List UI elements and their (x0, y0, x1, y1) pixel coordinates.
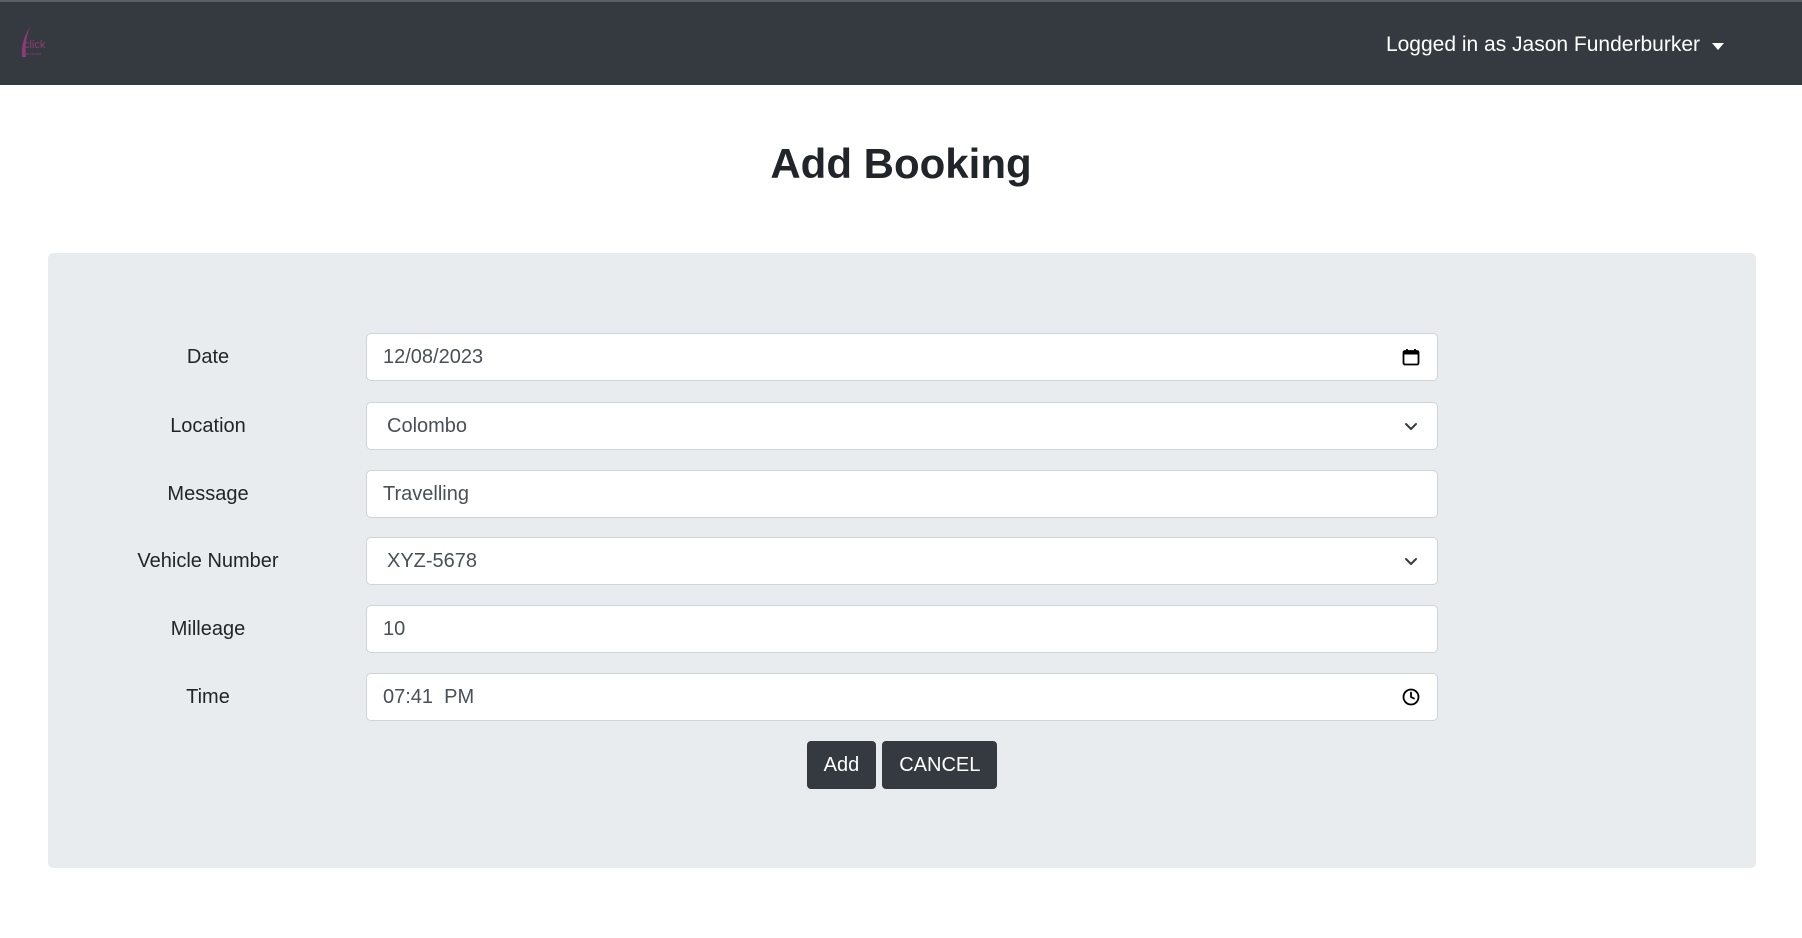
vehicle-select[interactable]: XYZ-5678 (366, 537, 1438, 585)
location-row: Location Colombo (48, 402, 1756, 450)
form-actions: Add CANCEL (48, 741, 1756, 789)
time-value: 07:41 PM (383, 685, 475, 708)
brand-logo-subtext: car rental (24, 51, 41, 56)
message-value: Travelling (383, 482, 469, 505)
booking-form: Date 12/08/2023 Location Colombo Message… (48, 253, 1756, 868)
location-label: Location (170, 414, 246, 437)
mileage-label: Milleage (170, 617, 246, 640)
message-row: Message Travelling (48, 470, 1756, 518)
message-input[interactable]: Travelling (366, 470, 1438, 518)
user-menu-dropdown[interactable]: Logged in as Jason Funderburker (1386, 30, 1724, 60)
location-select[interactable]: Colombo (366, 402, 1438, 450)
calendar-icon[interactable] (1401, 347, 1421, 367)
chevron-down-icon (1405, 423, 1417, 430)
brand-logo-graphic: click car rental (21, 27, 46, 57)
message-label: Message (167, 482, 249, 505)
time-row: Time 07:41 PM (48, 673, 1756, 721)
date-row: Date 12/08/2023 (48, 333, 1756, 381)
caret-down-icon (1712, 42, 1724, 50)
vehicle-row: Vehicle Number XYZ-5678 (48, 537, 1756, 585)
top-navbar: click car rental Logged in as Jason Fund… (0, 0, 1802, 85)
mileage-row: Milleage 10 (48, 605, 1756, 653)
user-menu-label: Logged in as Jason Funderburker (1385, 33, 1700, 56)
clock-icon[interactable] (1401, 687, 1421, 707)
chevron-down-icon (1405, 558, 1417, 565)
vehicle-label: Vehicle Number (137, 549, 279, 572)
date-label: Date (186, 345, 230, 368)
brand-logo[interactable]: click car rental (12, 24, 52, 62)
date-input[interactable]: 12/08/2023 (366, 333, 1438, 381)
date-value: 12/08/2023 (383, 345, 484, 368)
brand-logo-text: click (24, 39, 46, 51)
mileage-input[interactable]: 10 (366, 605, 1438, 653)
page-title: Add Booking (770, 140, 1032, 187)
location-value: Colombo (387, 414, 468, 437)
vehicle-value: XYZ-5678 (387, 549, 478, 572)
time-input[interactable]: 07:41 PM (366, 673, 1438, 721)
cancel-button[interactable]: CANCEL (882, 741, 998, 789)
time-label: Time (186, 685, 230, 708)
mileage-value: 10 (383, 617, 406, 640)
add-button[interactable]: Add (806, 741, 877, 789)
